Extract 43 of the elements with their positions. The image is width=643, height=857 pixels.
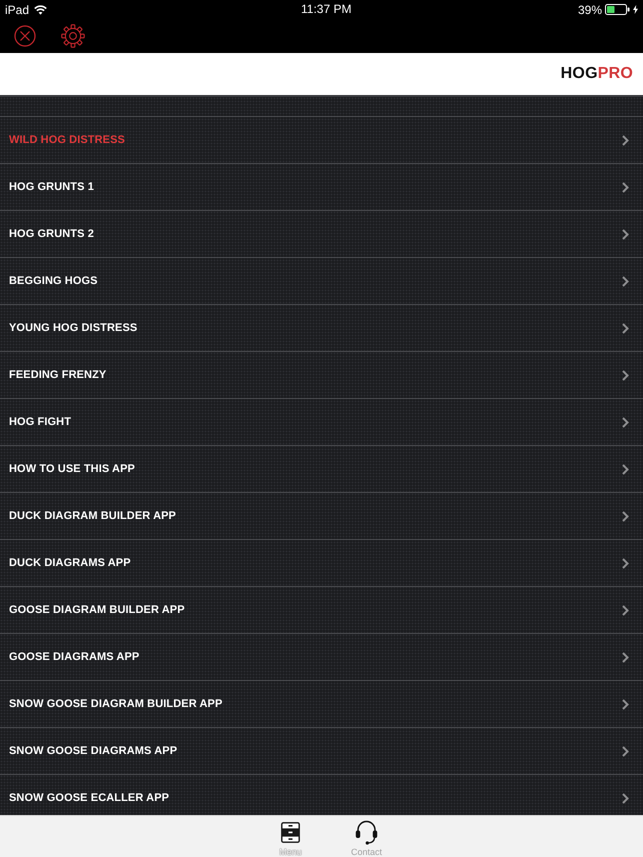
list-row[interactable]: BEGGING HOGS <box>0 257 643 304</box>
chevron-right-icon <box>622 746 629 756</box>
list-row[interactable]: HOW TO USE THIS APP <box>0 445 643 492</box>
headset-icon <box>355 820 378 844</box>
drawers-icon <box>281 822 300 842</box>
chevron-right-icon <box>622 134 629 146</box>
list-row[interactable]: GOOSE DIAGRAMS APP <box>0 633 643 680</box>
list-row[interactable]: DUCK DIAGRAM BUILDER APP <box>0 492 643 539</box>
list-row[interactable]: WILD HOG DISTRESS <box>0 116 643 163</box>
chevron-right-icon <box>622 698 629 710</box>
chevron-right-icon <box>622 464 629 474</box>
app-logo: HOGPRO <box>560 66 633 82</box>
charging-bolt-icon <box>633 5 638 14</box>
chevron-right-icon <box>622 604 629 616</box>
close-icon <box>14 25 36 47</box>
chevron-right-icon <box>622 370 629 380</box>
list-row[interactable]: SNOW GOOSE DIAGRAMS APP <box>0 727 643 774</box>
status-time: 11:37 PM <box>301 3 352 15</box>
chevron-right-icon <box>622 228 629 240</box>
wifi-icon <box>34 4 48 14</box>
list-row[interactable]: HOG FIGHT <box>0 398 643 445</box>
chevron-right-icon <box>622 416 629 428</box>
close-button[interactable] <box>14 25 36 47</box>
chevron-right-icon <box>622 322 629 334</box>
battery-icon <box>605 4 630 15</box>
chevron-right-icon <box>622 558 629 568</box>
settings-button[interactable] <box>61 24 85 48</box>
list-row[interactable]: YOUNG HOG DISTRESS <box>0 304 643 351</box>
chevron-right-icon <box>622 276 629 286</box>
chevron-right-icon <box>622 652 629 662</box>
tab-item[interactable]: Menu <box>268 816 314 857</box>
chevron-right-icon <box>622 182 629 192</box>
list-row[interactable]: FEEDING FRENZY <box>0 351 643 398</box>
list-row[interactable]: DUCK DIAGRAMS APP <box>0 539 643 586</box>
battery-percent: 39% <box>578 4 602 16</box>
chevron-right-icon <box>622 510 629 522</box>
list-row[interactable]: HOG GRUNTS 2 <box>0 210 643 257</box>
list-row[interactable]: GOOSE DIAGRAM BUILDER APP <box>0 586 643 633</box>
device-name: iPad <box>5 4 30 16</box>
list-row[interactable]: HOG GRUNTS 1 <box>0 163 643 210</box>
settings-icon <box>61 24 85 48</box>
list-row[interactable]: SNOW GOOSE DIAGRAM BUILDER APP <box>0 680 643 727</box>
chevron-right-icon <box>622 792 629 804</box>
